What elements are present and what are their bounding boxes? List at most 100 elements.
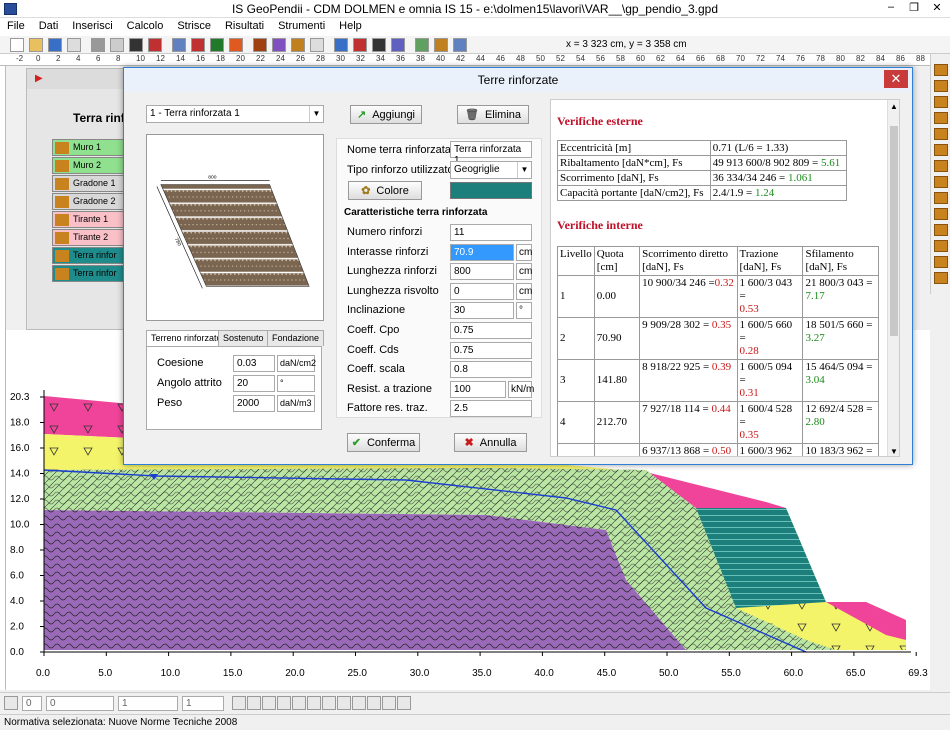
play-icon[interactable]: ▶: [35, 73, 43, 84]
object-list-item[interactable]: Muro 2: [52, 157, 126, 174]
reinforced-earth-selector[interactable]: 1 - Terra rinforzata 1 ▼: [146, 105, 324, 123]
tool-icon[interactable]: [934, 208, 948, 220]
restore-button[interactable]: ❐: [903, 1, 925, 16]
soil-param-input[interactable]: 0.03: [233, 355, 275, 372]
bottom-tool-icon[interactable]: [322, 696, 336, 710]
tool-icon[interactable]: [934, 128, 948, 140]
object-list-item[interactable]: Gradone 2: [52, 193, 126, 210]
toolbar-tool-icon[interactable]: [48, 38, 62, 52]
param-input[interactable]: 0: [450, 282, 514, 300]
tool-icon[interactable]: [934, 240, 948, 252]
toolbar-tool-icon[interactable]: [129, 38, 143, 52]
toolbar-tool-icon[interactable]: [391, 38, 405, 52]
soil-param-input[interactable]: 20: [233, 375, 275, 392]
tool-icon[interactable]: [934, 80, 948, 92]
param-input[interactable]: 100: [450, 380, 506, 398]
name-input[interactable]: Terra rinforzata 1: [450, 141, 532, 166]
status-field-scale-y[interactable]: 1: [182, 696, 224, 711]
scroll-down-icon[interactable]: ▼: [890, 447, 898, 456]
param-input[interactable]: 2.5: [450, 400, 532, 418]
minimize-button[interactable]: –: [880, 1, 902, 16]
toolbar-tool-icon[interactable]: [291, 38, 305, 52]
menu-file[interactable]: File: [0, 18, 32, 32]
bottom-tool-icon[interactable]: [292, 696, 306, 710]
param-input[interactable]: 70.9: [450, 243, 514, 261]
param-input[interactable]: 30: [450, 302, 514, 320]
toolbar-tool-icon[interactable]: [434, 38, 448, 52]
results-pane[interactable]: Verifiche esterne Eccentricità [m] 0.71 (…: [550, 99, 900, 457]
soil-param-input[interactable]: 2000: [233, 395, 275, 412]
toolbar-tool-icon[interactable]: [334, 38, 348, 52]
toolbar-tool-icon[interactable]: [310, 38, 324, 52]
tool-icon[interactable]: [934, 112, 948, 124]
confirm-button[interactable]: ✔ Conferma: [347, 433, 420, 452]
bottom-tool-icon[interactable]: [277, 696, 291, 710]
object-list-item[interactable]: Gradone 1: [52, 175, 126, 192]
status-field-x[interactable]: 0: [22, 696, 42, 711]
tool-icon[interactable]: [934, 272, 948, 284]
tab-sostenuto[interactable]: Sostenuto: [218, 330, 269, 346]
toolbar-tool-icon[interactable]: [191, 38, 205, 52]
tool-icon[interactable]: [934, 256, 948, 268]
tool-icon[interactable]: [934, 96, 948, 108]
tool-icon[interactable]: [934, 176, 948, 188]
close-window-button[interactable]: ✕: [926, 1, 948, 16]
scroll-up-icon[interactable]: ▲: [890, 102, 898, 111]
bottom-tool-icon[interactable]: [397, 696, 411, 710]
menu-dati[interactable]: Dati: [32, 18, 66, 32]
magnet-icon[interactable]: [4, 696, 18, 710]
menu-strumenti[interactable]: Strumenti: [271, 18, 332, 32]
scrollbar-thumb[interactable]: [890, 126, 898, 336]
cancel-button[interactable]: ✖ Annulla: [454, 433, 527, 452]
tab-terreno-rinforzato[interactable]: Terreno rinforzato: [146, 330, 227, 347]
param-input[interactable]: 0.8: [450, 361, 532, 379]
add-button[interactable]: ↗ Aggiungi: [350, 105, 422, 124]
tool-icon[interactable]: [934, 64, 948, 76]
menu-strisce[interactable]: Strisce: [170, 18, 218, 32]
param-input[interactable]: 11: [450, 224, 532, 241]
bottom-tool-icon[interactable]: [247, 696, 261, 710]
bottom-tool-icon[interactable]: [232, 696, 246, 710]
tool-icon[interactable]: [934, 192, 948, 204]
menu-inserisci[interactable]: Inserisci: [65, 18, 119, 32]
toolbar-tool-icon[interactable]: [67, 38, 81, 52]
type-select[interactable]: Geogriglie ▼: [450, 161, 532, 179]
toolbar-tool-icon[interactable]: [229, 38, 243, 52]
object-list-item[interactable]: Tirante 1: [52, 211, 126, 228]
object-list-item[interactable]: Muro 1: [52, 139, 126, 156]
bottom-tool-icon[interactable]: [337, 696, 351, 710]
tool-icon[interactable]: [934, 224, 948, 236]
toolbar-tool-icon[interactable]: [210, 38, 224, 52]
tab-fondazione[interactable]: Fondazione: [267, 330, 325, 346]
status-field-y[interactable]: 0: [46, 696, 114, 711]
param-input[interactable]: 0.75: [450, 322, 532, 339]
tool-icon[interactable]: [934, 160, 948, 172]
status-field-scale-x[interactable]: 1: [118, 696, 178, 711]
object-list-item[interactable]: Terra rinfor: [52, 247, 126, 264]
menu-risultati[interactable]: Risultati: [218, 18, 271, 32]
bottom-tool-icon[interactable]: [307, 696, 321, 710]
menu-calcolo[interactable]: Calcolo: [120, 18, 171, 32]
toolbar-tool-icon[interactable]: [353, 38, 367, 52]
param-input[interactable]: 800: [450, 263, 514, 281]
bottom-tool-icon[interactable]: [382, 696, 396, 710]
bottom-tool-icon[interactable]: [352, 696, 366, 710]
toolbar-tool-icon[interactable]: [110, 38, 124, 52]
toolbar-tool-icon[interactable]: [253, 38, 267, 52]
menu-help[interactable]: Help: [332, 18, 369, 32]
object-list-item[interactable]: Tirante 2: [52, 229, 126, 246]
toolbar-tool-icon[interactable]: [372, 38, 386, 52]
toolbar-tool-icon[interactable]: [29, 38, 43, 52]
delete-button[interactable]: 🗑 Elimina: [457, 105, 529, 124]
dialog-close-button[interactable]: ✕: [884, 70, 908, 88]
bottom-tool-icon[interactable]: [367, 696, 381, 710]
param-input[interactable]: 0.75: [450, 341, 532, 359]
toolbar-tool-icon[interactable]: [148, 38, 162, 52]
color-button[interactable]: ✿ Colore: [348, 181, 422, 200]
toolbar-tool-icon[interactable]: [91, 38, 105, 52]
toolbar-tool-icon[interactable]: [172, 38, 186, 52]
color-swatch[interactable]: [450, 182, 532, 199]
toolbar-tool-icon[interactable]: [10, 38, 24, 52]
object-list-item[interactable]: Terra rinfor: [52, 265, 126, 282]
results-scrollbar[interactable]: ▲ ▼: [887, 100, 899, 456]
